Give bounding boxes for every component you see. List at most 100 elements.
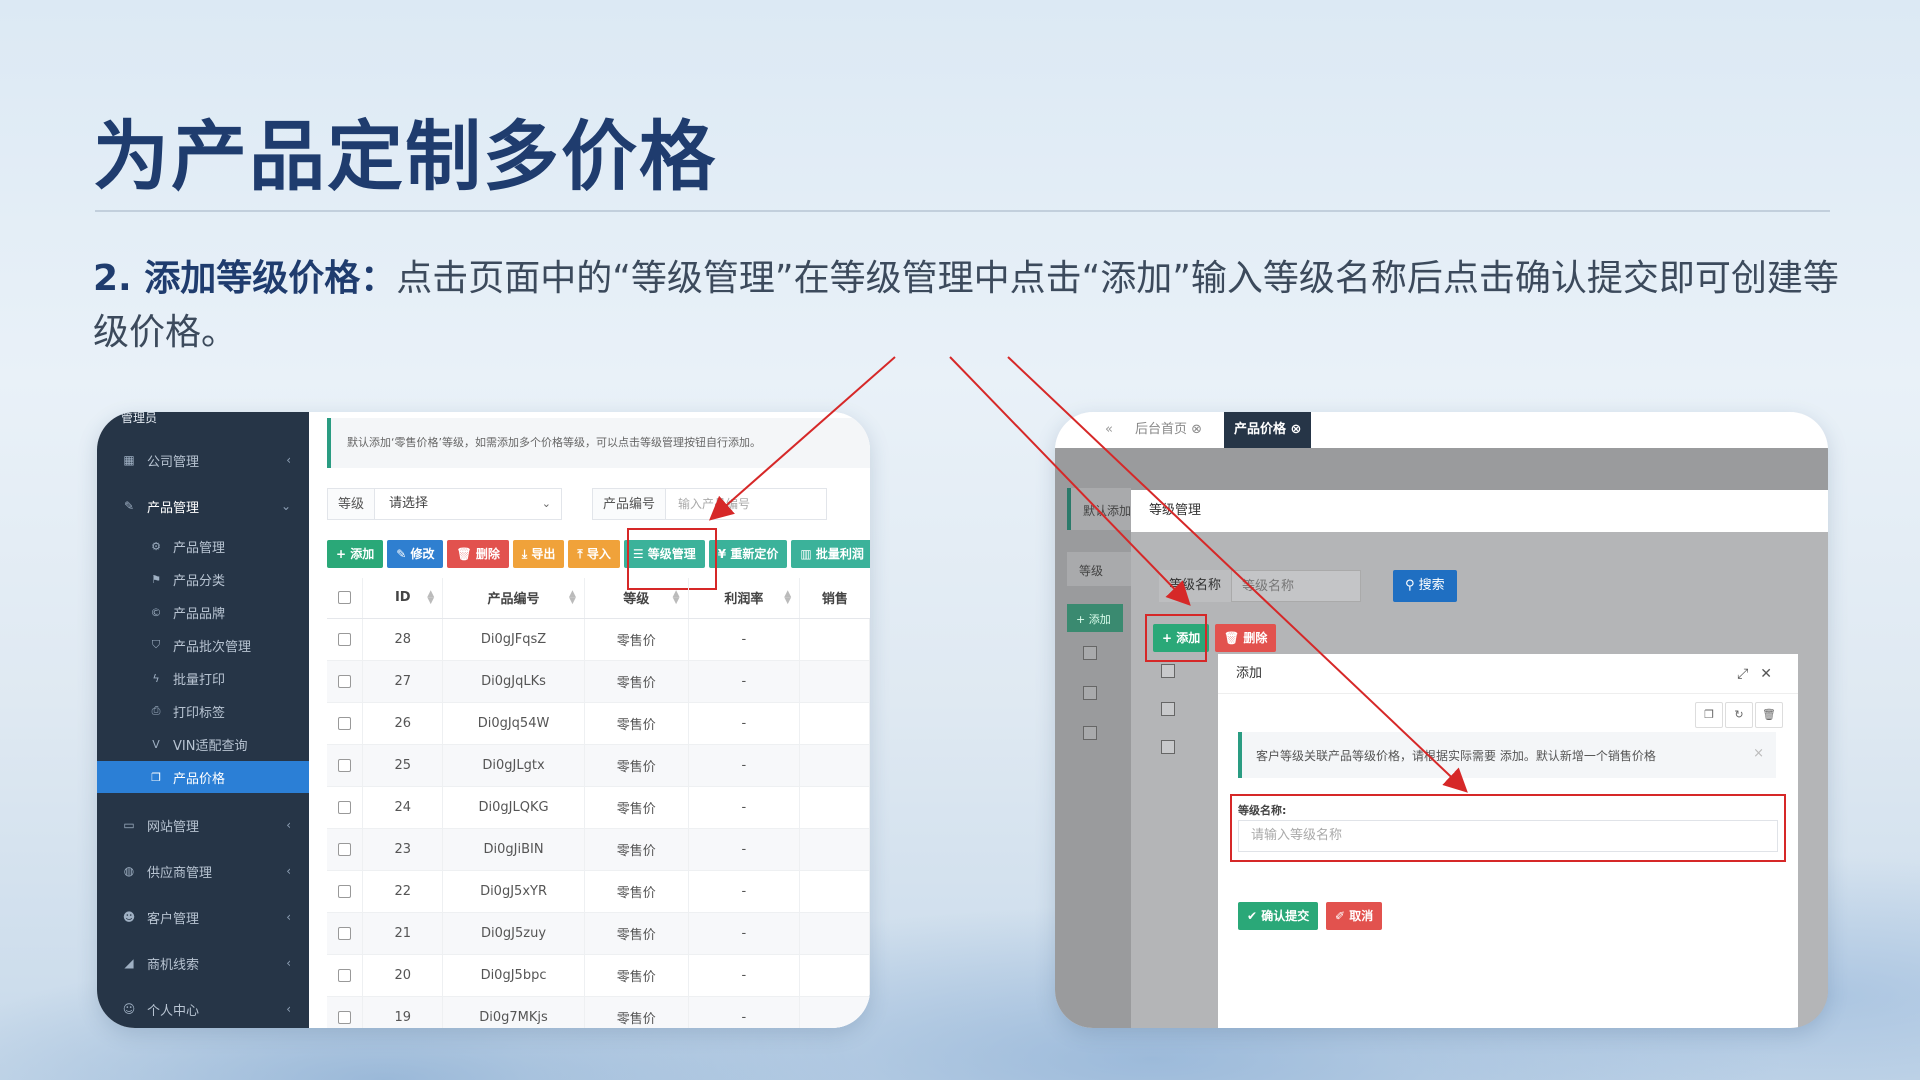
trash-icon[interactable]: 🗑: [1755, 702, 1783, 728]
row-checkbox[interactable]: [338, 674, 352, 688]
row-checkbox[interactable]: [338, 884, 352, 898]
layer-checkbox[interactable]: [1161, 664, 1175, 678]
level-filter-label: 等级: [327, 488, 375, 520]
cell-sales: [799, 954, 870, 997]
column-header[interactable]: 等级 ▲ ▼: [584, 578, 689, 619]
slide-title: 为产品定制多价格: [93, 112, 717, 201]
search-icon: ⚲: [1405, 578, 1419, 593]
row-checkbox[interactable]: [338, 1010, 352, 1024]
sidebar-item-website[interactable]: ▭ 网站管理 ‹: [97, 805, 309, 845]
column-header[interactable]: 产品编号 ▲ ▼: [442, 578, 585, 619]
submenu-item-vin[interactable]: V VIN适配查询: [97, 728, 309, 760]
trash-icon: 🗑: [1224, 631, 1244, 645]
close-icon[interactable]: ⊗: [1291, 422, 1302, 437]
code-filter: 产品编号 输入产品编号: [592, 488, 828, 520]
cell-sales: [799, 618, 870, 661]
row-checkbox[interactable]: [338, 842, 352, 856]
vimeo-icon: V: [152, 737, 160, 751]
row-checkbox[interactable]: [338, 758, 352, 772]
column-header[interactable]: ID ▲ ▼: [362, 578, 444, 619]
row-checkbox[interactable]: [338, 632, 352, 646]
layer-checkbox[interactable]: [1161, 702, 1175, 716]
sidebar: 管理员 ▦ 公司管理 ‹ ✎ 产品管理 ⌄ ⚙ 产品管理 ⚑ 产品分类 © 产品…: [97, 412, 309, 1028]
edit-button[interactable]: ✎ 修改: [387, 540, 444, 568]
close-icon[interactable]: ×: [1753, 746, 1764, 761]
background-add-button: + 添加: [1067, 604, 1123, 632]
table-row[interactable]: 26 Di0gJq54W 零售价 -: [327, 702, 870, 745]
table-row[interactable]: 19 Di0g7MKjs 零售价 -: [327, 996, 870, 1028]
cell-sales: [799, 660, 870, 703]
cell-margin: -: [688, 786, 801, 829]
product-code-input[interactable]: 输入产品编号: [665, 488, 828, 520]
tab-home[interactable]: 后台首页 ⊗: [1125, 412, 1212, 448]
row-checkbox[interactable]: [338, 800, 352, 814]
cell-level: 零售价: [584, 786, 689, 829]
cell-level: 零售价: [584, 660, 689, 703]
level-select[interactable]: 请选择 ⌄: [374, 488, 563, 520]
maximize-icon[interactable]: ⤢: [1737, 666, 1760, 682]
submenu-item-brand[interactable]: © 产品品牌: [97, 596, 309, 628]
table-row[interactable]: 25 Di0gJLgtx 零售价 -: [327, 744, 870, 787]
cancel-button[interactable]: ✐ 取消: [1326, 902, 1383, 930]
column-header[interactable]: 利润率 ▲ ▼: [688, 578, 801, 619]
submenu-item-products[interactable]: ⚙ 产品管理: [97, 530, 309, 562]
sidebar-brand: 管理员: [121, 412, 158, 425]
export-button[interactable]: ⤓ 导出: [512, 540, 565, 568]
modal-backdrop: 默认添加 等级 + 添加 等级管理 等级名称 等级名称 ⚲ 搜索 + 添加 🗑 …: [1055, 448, 1828, 1028]
table-row[interactable]: 23 Di0gJiBIN 零售价 -: [327, 828, 870, 871]
search-label: 搜索: [1418, 578, 1445, 593]
chevron-left-icon: ‹: [286, 864, 291, 878]
table-row[interactable]: 27 Di0gJqLKs 零售价 -: [327, 660, 870, 703]
add-button[interactable]: + 添加: [327, 540, 384, 568]
table-row[interactable]: 22 Di0gJ5xYR 零售价 -: [327, 870, 870, 913]
cell-level: 零售价: [584, 744, 689, 787]
search-button[interactable]: ⚲ 搜索: [1393, 570, 1457, 602]
batch-profit-button[interactable]: ▥ 批量利润: [791, 540, 870, 568]
sidebar-item-label: 网站管理: [147, 819, 200, 835]
price-table: ID ▲ ▼ 产品编号 ▲ ▼ 等级 ▲ ▼ 利润率 ▲ ▼ 销售 28 Di0gJFqsZ 零…: [327, 578, 870, 1028]
print-icon: ⎙: [151, 704, 161, 717]
confirm-submit-button[interactable]: ✔ 确认提交: [1238, 902, 1319, 930]
chevron-down-icon: ⌄: [541, 497, 552, 510]
submenu-item-batch[interactable]: ⛉ 产品批次管理: [97, 629, 309, 661]
submenu-item-price[interactable]: ❐ 产品价格: [97, 761, 309, 793]
level-delete-button[interactable]: 🗑 删除: [1215, 624, 1277, 652]
import-button[interactable]: ⤒ 导入: [568, 540, 620, 568]
select-all-checkbox[interactable]: [338, 591, 352, 605]
column-header-label: 销售: [821, 592, 848, 608]
cell-code: Di0gJLgtx: [442, 744, 585, 787]
row-checkbox[interactable]: [338, 968, 352, 982]
table-row[interactable]: 20 Di0gJ5bpc 零售价 -: [327, 954, 870, 997]
sidebar-item-profile[interactable]: ☺ 个人中心 ‹: [97, 989, 309, 1028]
level-name-filter-input[interactable]: 等级名称: [1231, 570, 1362, 602]
row-checkbox[interactable]: [338, 716, 352, 730]
delete-button[interactable]: 🗑 删除: [447, 540, 509, 568]
row-checkbox[interactable]: [338, 926, 352, 940]
tab-back-icon[interactable]: «: [1095, 412, 1123, 448]
submenu-item-category[interactable]: ⚑ 产品分类: [97, 563, 309, 595]
column-header[interactable]: 销售: [799, 578, 870, 619]
submenu-label: 产品品牌: [173, 606, 226, 622]
table-row[interactable]: 24 Di0gJLQKG 零售价 -: [327, 786, 870, 829]
level-name-filter: 等级名称 等级名称: [1159, 570, 1362, 602]
sidebar-item-products[interactable]: ✎ 产品管理 ⌄: [97, 486, 309, 526]
sidebar-item-company[interactable]: ▦ 公司管理 ‹: [97, 440, 309, 480]
sidebar-item-customer[interactable]: ☻ 客户管理 ‹: [97, 897, 309, 937]
sidebar-item-leads[interactable]: ◢ 商机线索 ‹: [97, 943, 309, 983]
refresh-icon[interactable]: ↻: [1725, 702, 1753, 728]
reprice-button[interactable]: ¥ 重新定价: [708, 540, 788, 568]
close-icon[interactable]: ⊗: [1191, 422, 1202, 437]
cell-level: 零售价: [584, 618, 689, 661]
submenu-item-print-label[interactable]: ⎙ 打印标签: [97, 695, 309, 727]
cell-margin: -: [688, 912, 801, 955]
table-row[interactable]: 28 Di0gJFqsZ 零售价 -: [327, 618, 870, 661]
level-manage-title: 等级管理: [1131, 490, 1828, 532]
tab-product-price[interactable]: 产品价格 ⊗: [1224, 412, 1312, 448]
sidebar-item-supplier[interactable]: ◍ 供应商管理 ‹: [97, 851, 309, 891]
copy-icon[interactable]: ❐: [1695, 702, 1723, 728]
cell-level: 零售价: [584, 996, 689, 1028]
submenu-item-batch-print[interactable]: ϟ 批量打印: [97, 662, 309, 694]
table-row[interactable]: 21 Di0gJ5zuy 零售价 -: [327, 912, 870, 955]
close-icon[interactable]: ✕: [1760, 666, 1784, 682]
layer-checkbox[interactable]: [1161, 740, 1175, 754]
